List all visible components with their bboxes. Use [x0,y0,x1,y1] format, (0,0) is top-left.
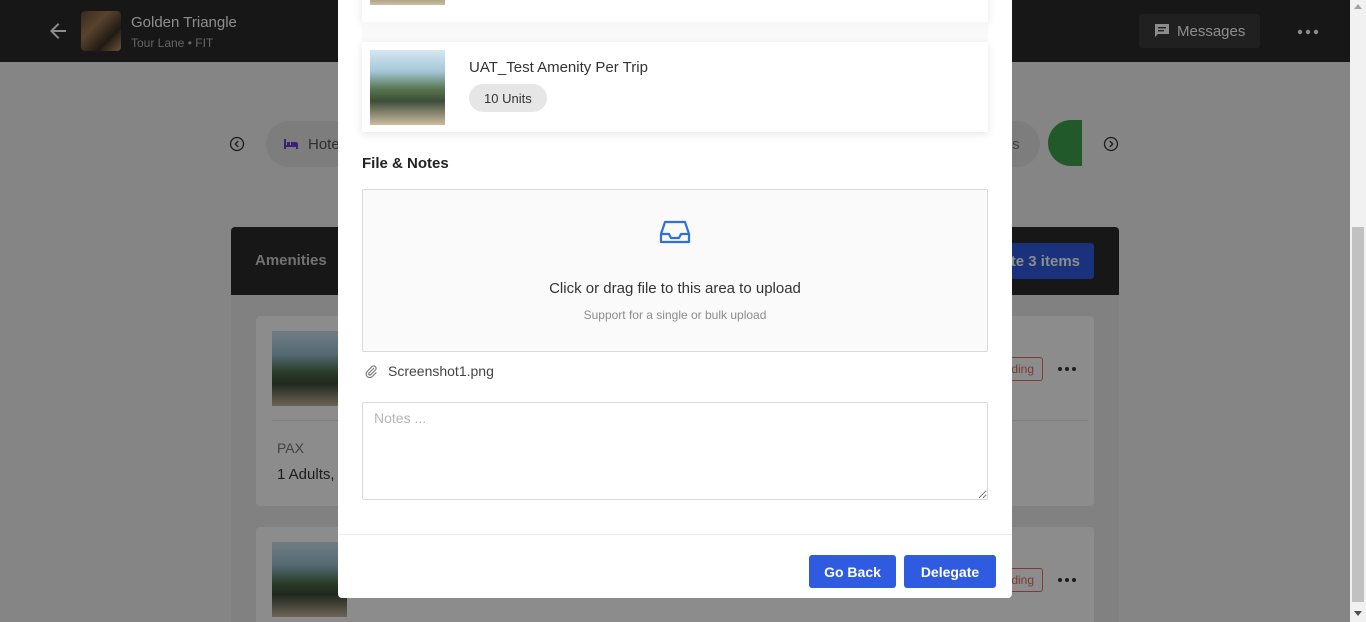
notes-field[interactable] [362,402,988,500]
dropzone-hint: Support for a single or bulk upload [583,308,767,322]
dropzone-title: Click or drag file to this area to uploa… [549,280,801,297]
attached-file[interactable]: Screenshot1.png [364,362,494,380]
delegate-button[interactable]: Delegate [904,555,996,588]
scrollbar-thumb[interactable] [1352,227,1364,602]
divider [338,534,1012,535]
paperclip-icon [365,365,377,378]
list-spacer [362,22,988,42]
delegate-modal: UAT_Test Amenity Per Trip 10 Units File … [338,0,1012,598]
amenity-thumbnail [370,0,445,5]
scroll-down-arrow-icon[interactable] [1354,611,1362,616]
units-badge: 10 Units [469,84,547,112]
amenity-card: UAT_Test Amenity Per Trip 10 Units [362,42,988,132]
scroll-up-arrow-icon[interactable] [1354,4,1362,9]
file-upload-dropzone[interactable]: Click or drag file to this area to uploa… [362,189,988,352]
attached-file-name: Screenshot1.png [388,363,494,379]
section-title: File & Notes [362,155,449,172]
amenity-card [362,0,988,22]
amenity-thumbnail [370,50,445,125]
go-back-button[interactable]: Go Back [809,555,896,588]
inbox-icon [659,220,691,244]
amenity-title: UAT_Test Amenity Per Trip [469,59,648,76]
